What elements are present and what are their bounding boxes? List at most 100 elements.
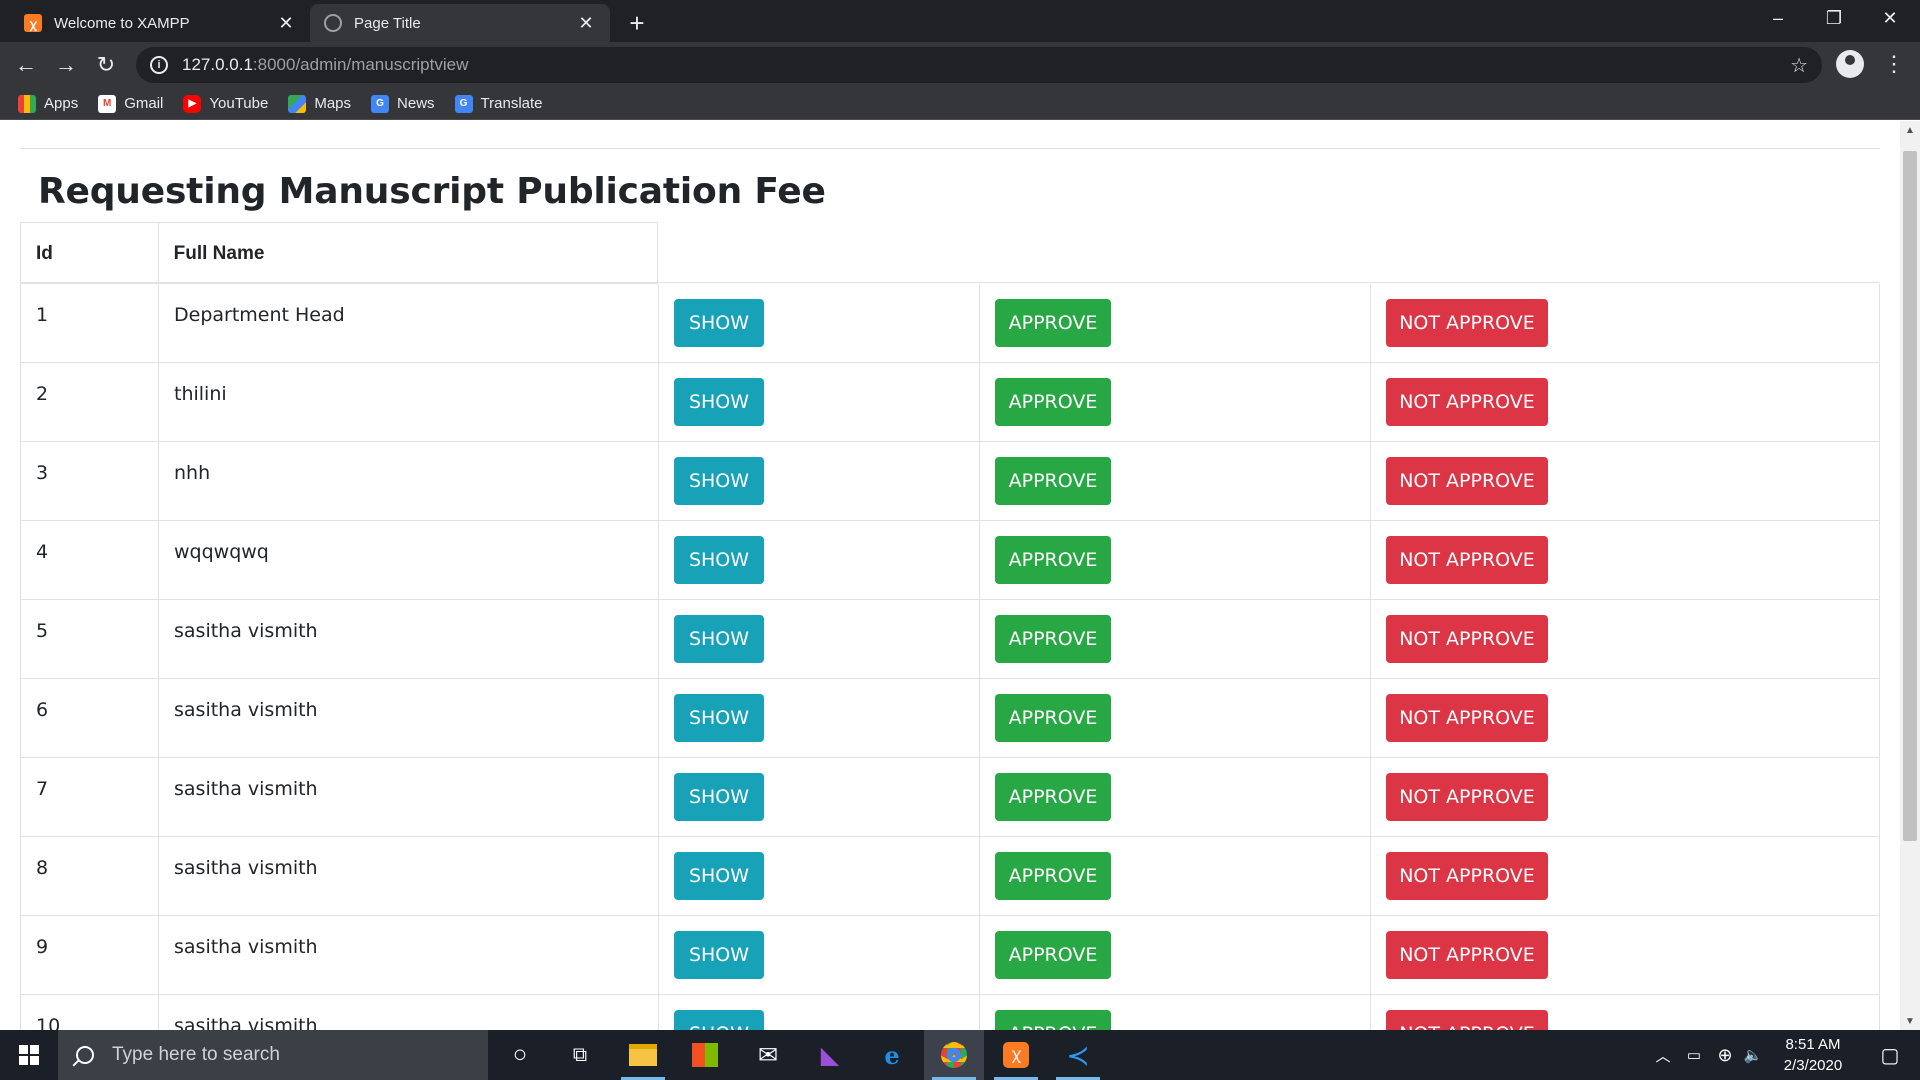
bookmark-news[interactable]: G News	[371, 94, 435, 113]
name-cell: sasitha vismith	[159, 916, 659, 994]
reload-icon[interactable]: ↻	[90, 49, 122, 81]
not-approve-button[interactable]: NOT APPROVE	[1386, 378, 1548, 426]
edge-icon[interactable]: e	[862, 1030, 922, 1080]
approve-button[interactable]: APPROVE	[995, 694, 1111, 742]
not-approve-button[interactable]: NOT APPROVE	[1386, 694, 1548, 742]
name-cell: sasitha vismith	[159, 600, 659, 678]
address-bar[interactable]: i 127.0.0.1:8000/admin/manuscriptview ☆	[136, 47, 1822, 83]
column-header-id: Id	[21, 223, 159, 282]
tab-welcome-to-xampp[interactable]: ꭓ Welcome to XAMPP ✕	[10, 4, 310, 42]
action-center-icon[interactable]: ▢	[1862, 1030, 1918, 1080]
not-approve-cell: NOT APPROVE	[1371, 442, 1879, 520]
row-full-name: sasitha vismith	[174, 857, 318, 879]
show-button[interactable]: SHOW	[674, 694, 764, 742]
row-id: 3	[36, 462, 49, 484]
column-header-full-name: Full Name	[173, 243, 265, 264]
show-button[interactable]: SHOW	[674, 1010, 764, 1030]
new-tab-button[interactable]: +	[622, 8, 652, 38]
network-globe-icon[interactable]: ⊕	[1710, 1030, 1740, 1080]
taskbar-search-box[interactable]: Type here to search	[58, 1030, 488, 1080]
volume-icon[interactable]: 🔈	[1740, 1030, 1766, 1080]
vertical-scrollbar[interactable]: ▲ ▼	[1900, 121, 1920, 1030]
approve-button[interactable]: APPROVE	[995, 773, 1111, 821]
show-button[interactable]: SHOW	[674, 536, 764, 584]
microsoft-store-icon[interactable]	[675, 1030, 735, 1080]
battery-icon[interactable]: ▭	[1680, 1030, 1708, 1080]
row-full-name: sasitha vismith	[174, 778, 318, 800]
show-button[interactable]: SHOW	[674, 457, 764, 505]
not-approve-button[interactable]: NOT APPROVE	[1386, 536, 1548, 584]
approve-button[interactable]: APPROVE	[995, 852, 1111, 900]
visual-studio-icon[interactable]: ◣	[800, 1030, 860, 1080]
approve-button[interactable]: APPROVE	[995, 299, 1111, 347]
approve-button[interactable]: APPROVE	[995, 1010, 1111, 1030]
name-cell: sasitha vismith	[159, 679, 659, 757]
approve-button[interactable]: APPROVE	[995, 457, 1111, 505]
row-full-name: sasitha vismith	[174, 699, 318, 721]
table-row: 5 sasitha vismith SHOW APPROVE NOT APPROVE	[20, 600, 1880, 679]
close-tab-icon[interactable]: ✕	[276, 13, 296, 33]
bookmark-apps[interactable]: Apps	[18, 94, 78, 113]
translate-icon: G	[454, 94, 473, 113]
id-cell: 4	[21, 521, 159, 599]
show-button[interactable]: SHOW	[674, 615, 764, 663]
not-approve-button[interactable]: NOT APPROVE	[1386, 299, 1548, 347]
not-approve-cell: NOT APPROVE	[1371, 363, 1879, 441]
windows-logo-icon	[19, 1045, 39, 1065]
not-approve-button[interactable]: NOT APPROVE	[1386, 457, 1548, 505]
approve-button[interactable]: APPROVE	[995, 931, 1111, 979]
minimize-button[interactable]: –	[1750, 0, 1806, 36]
manuscript-table-body: 1 Department Head SHOW APPROVE NOT APPROVE 2 t…	[20, 284, 1880, 1030]
xampp-icon[interactable]: ꭓ	[986, 1030, 1046, 1080]
close-window-button[interactable]: ✕	[1862, 0, 1918, 36]
approve-button[interactable]: APPROVE	[995, 615, 1111, 663]
not-approve-button[interactable]: NOT APPROVE	[1386, 852, 1548, 900]
approve-button[interactable]: APPROVE	[995, 378, 1111, 426]
tab-page-title[interactable]: Page Title ✕	[310, 4, 610, 42]
not-approve-button[interactable]: NOT APPROVE	[1386, 773, 1548, 821]
show-button[interactable]: SHOW	[674, 299, 764, 347]
search-placeholder: Type here to search	[112, 1044, 280, 1065]
not-approve-cell: NOT APPROVE	[1371, 995, 1879, 1030]
not-approve-button[interactable]: NOT APPROVE	[1386, 1010, 1548, 1030]
show-button[interactable]: SHOW	[674, 852, 764, 900]
more-menu-icon[interactable]: ⋮	[1883, 50, 1905, 78]
id-cell: 9	[21, 916, 159, 994]
cortana-icon[interactable]: ○	[490, 1030, 550, 1080]
url-path: :8000/admin/manuscriptview	[252, 55, 469, 74]
apps-grid-icon	[18, 94, 36, 113]
bookmark-maps[interactable]: Maps	[288, 94, 352, 113]
close-tab-icon[interactable]: ✕	[576, 13, 596, 33]
id-cell: 10	[21, 995, 159, 1030]
bookmark-gmail[interactable]: M Gmail	[98, 94, 163, 113]
bookmark-star-icon[interactable]: ☆	[1790, 53, 1808, 78]
show-button[interactable]: SHOW	[674, 773, 764, 821]
info-icon[interactable]: i	[150, 56, 168, 74]
taskbar-clock[interactable]: 8:51 AM 2/3/2020	[1766, 1034, 1860, 1076]
bookmark-label: Maps	[314, 95, 352, 112]
task-view-icon[interactable]: ⧉	[550, 1030, 610, 1080]
show-hidden-icons-chevron-icon[interactable]: ︿	[1650, 1030, 1676, 1080]
start-button[interactable]	[0, 1030, 58, 1080]
bookmark-youtube[interactable]: ▶ YouTube	[183, 94, 268, 113]
file-explorer-icon[interactable]	[613, 1030, 673, 1080]
approve-button[interactable]: APPROVE	[995, 536, 1111, 584]
not-approve-button[interactable]: NOT APPROVE	[1386, 615, 1548, 663]
bookmark-translate[interactable]: G Translate	[454, 94, 543, 113]
chrome-icon[interactable]	[924, 1030, 984, 1080]
show-button[interactable]: SHOW	[674, 378, 764, 426]
name-cell: wqqwqwq	[159, 521, 659, 599]
restore-button[interactable]: ❐	[1806, 0, 1862, 36]
vscode-icon[interactable]: ≺	[1048, 1030, 1108, 1080]
row-id: 8	[36, 857, 49, 879]
scroll-down-arrow-icon[interactable]: ▼	[1900, 1012, 1920, 1030]
not-approve-button[interactable]: NOT APPROVE	[1386, 931, 1548, 979]
youtube-icon: ▶	[183, 94, 202, 113]
back-arrow-icon[interactable]: ←	[10, 49, 42, 81]
forward-arrow-icon[interactable]: →	[50, 49, 82, 81]
profile-avatar-icon[interactable]	[1836, 50, 1864, 78]
scroll-up-arrow-icon[interactable]: ▲	[1900, 121, 1920, 139]
scrollbar-thumb[interactable]	[1903, 151, 1917, 841]
show-button[interactable]: SHOW	[674, 931, 764, 979]
mail-icon[interactable]: ✉	[738, 1030, 798, 1080]
